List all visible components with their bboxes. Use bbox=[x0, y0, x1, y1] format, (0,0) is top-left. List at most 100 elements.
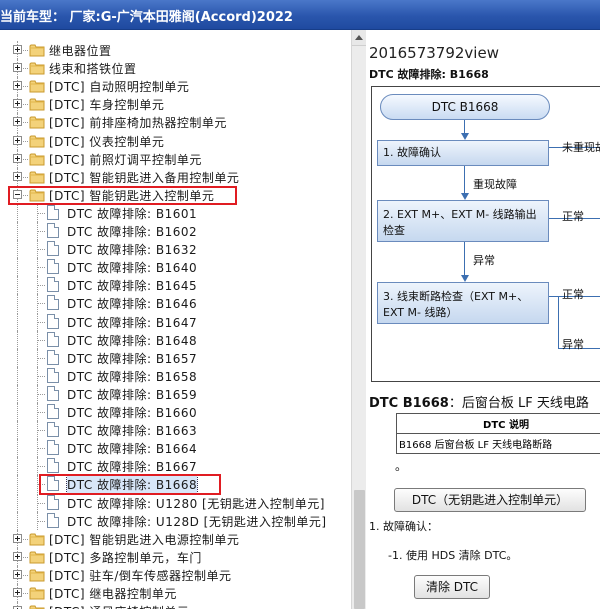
document-icon bbox=[47, 512, 59, 528]
tree-item-label: [DTC] 前照灯调平控制单元 bbox=[49, 152, 202, 167]
tree-item-label: [DTC] 前排座椅加热器控制单元 bbox=[49, 116, 227, 131]
tree-doc-item[interactable]: DTC 故障排除: B1667 bbox=[0, 457, 351, 476]
flow-label-normal-2: 正常 bbox=[562, 210, 584, 223]
tree-folder-item[interactable]: [DTC] 继电器控制单元 bbox=[0, 584, 351, 602]
dtc-unit-button[interactable]: DTC（无钥匙进入控制单元） bbox=[394, 488, 586, 512]
tree-item-label: 线束和搭铁位置 bbox=[49, 62, 137, 77]
step-confirm-text: 1. 故障确认： bbox=[369, 520, 438, 533]
tree-doc-item[interactable]: DTC 故障排除: B1602 bbox=[0, 222, 351, 240]
flow-label-abnormal-3: 异常 bbox=[562, 338, 584, 351]
tree-folder-item[interactable]: [DTC] 前照灯调平控制单元 bbox=[0, 149, 351, 168]
tree-doc-item[interactable]: DTC 故障排除: B1664 bbox=[0, 439, 351, 458]
tree-doc-item[interactable]: DTC 故障排除: U1280 [无钥匙进入控制单元] bbox=[0, 493, 351, 512]
section-description: ：后窗台板 LF 天线电路 bbox=[448, 396, 589, 411]
tree-item-label: DTC 故障排除: B1660 bbox=[67, 406, 198, 420]
tree-folder-item[interactable]: 线束和搭铁位置 bbox=[0, 59, 351, 78]
flow-connector bbox=[464, 120, 465, 134]
tree-line bbox=[37, 393, 45, 395]
tree-line bbox=[23, 593, 28, 594]
tree-line bbox=[17, 403, 18, 421]
tree-doc-item[interactable]: DTC 故障排除: B1647 bbox=[0, 312, 351, 331]
tree-folder-item[interactable]: 继电器位置 bbox=[0, 41, 351, 59]
tree-item-label: DTC 故障排除: B1602 bbox=[67, 225, 198, 239]
tree-folder-item[interactable]: [DTC] 前排座椅加热器控制单元 bbox=[0, 113, 351, 132]
tree-doc-item[interactable]: DTC 故障排除: B1632 bbox=[0, 240, 351, 259]
end-dot: 。 bbox=[395, 459, 408, 473]
tree-line bbox=[37, 520, 45, 522]
tree-folder-item[interactable]: [DTC] 驻车/倒车传感器控制单元 bbox=[0, 565, 351, 584]
document-icon bbox=[47, 223, 59, 238]
tree-folder-item[interactable]: [DTC] 自动照明控制单元 bbox=[0, 77, 351, 96]
flow-arrow bbox=[461, 275, 469, 282]
expand-plus-icon[interactable] bbox=[13, 569, 22, 579]
tree-folder-item[interactable]: [DTC] 智能钥匙进入电源控制单元 bbox=[0, 529, 351, 548]
tree-doc-item[interactable]: DTC 故障排除: B1640 bbox=[0, 258, 351, 277]
tree-item-label: [DTC] 通风座椅控制单元 bbox=[49, 603, 189, 609]
tree-doc-item[interactable]: DTC 故障排除: B1657 bbox=[0, 348, 351, 367]
document-icon bbox=[47, 331, 59, 347]
table-header: DTC 说明 bbox=[396, 413, 600, 434]
tree-doc-item[interactable]: DTC 故障排除: B1660 bbox=[0, 403, 351, 421]
document-id: 2016573792view bbox=[369, 44, 499, 62]
flow-step-3: 3. 线束断路检查（EXT M+、EXT M- 线路） bbox=[377, 282, 549, 324]
tree-line bbox=[17, 222, 18, 240]
tree-doc-item[interactable]: DTC 故障排除: B1658 bbox=[0, 366, 351, 385]
navigation-tree[interactable]: 继电器位置线束和搭铁位置 [DTC] 自动照明控制单元 [DTC] 车身控制单元 [D… bbox=[0, 30, 351, 609]
tree-folder-item[interactable]: [DTC] 通风座椅控制单元 bbox=[0, 602, 351, 609]
tree-folder-item[interactable]: [DTC] 智能钥匙进入备用控制单元 bbox=[0, 167, 351, 186]
tree-doc-item[interactable]: DTC 故障排除: B1668 bbox=[0, 475, 351, 495]
tree-item-label: [DTC] 多路控制单元，车门 bbox=[49, 550, 202, 565]
tree-folder-item[interactable]: [DTC] 多路控制单元，车门 bbox=[0, 547, 351, 566]
tree-doc-item[interactable]: DTC 故障排除: B1645 bbox=[0, 276, 351, 295]
expand-plus-icon[interactable] bbox=[13, 135, 22, 145]
expand-plus-icon[interactable] bbox=[13, 81, 22, 91]
folder-icon bbox=[29, 115, 45, 129]
section-title: DTC B1668：后窗台板 LF 天线电路 bbox=[369, 392, 589, 411]
clear-dtc-button[interactable]: 清除 DTC bbox=[414, 575, 490, 599]
collapse-minus-icon[interactable] bbox=[13, 189, 22, 199]
expand-plus-icon[interactable] bbox=[13, 45, 22, 54]
expand-plus-icon[interactable] bbox=[13, 533, 22, 543]
tree-folder-item[interactable]: [DTC] 仪表控制单元 bbox=[0, 131, 351, 150]
expand-plus-icon[interactable] bbox=[13, 99, 22, 109]
tree-item-label: DTC 故障排除: B1658 bbox=[67, 369, 198, 384]
expand-plus-icon[interactable] bbox=[13, 551, 22, 561]
tree-doc-item[interactable]: DTC 故障排除: B1648 bbox=[0, 330, 351, 349]
tree-line bbox=[17, 348, 18, 367]
tree-scrollbar[interactable] bbox=[351, 30, 367, 609]
tree-doc-item[interactable]: DTC 故障排除: U128D [无钥匙进入控制单元] bbox=[0, 511, 351, 530]
folder-icon bbox=[29, 188, 45, 202]
expand-plus-icon[interactable] bbox=[13, 171, 22, 181]
document-icon bbox=[47, 295, 59, 311]
tree-line bbox=[37, 285, 45, 287]
expand-plus-icon[interactable] bbox=[13, 153, 22, 163]
tree-line bbox=[37, 357, 45, 359]
tree-line bbox=[17, 511, 18, 530]
folder-icon bbox=[29, 604, 45, 609]
tree-line bbox=[23, 538, 28, 540]
tree-doc-item[interactable]: DTC 故障排除: B1659 bbox=[0, 384, 351, 403]
tree-line bbox=[23, 86, 28, 88]
tree-doc-item[interactable]: DTC 故障排除: B1663 bbox=[0, 421, 351, 440]
tree-doc-item[interactable]: DTC 故障排除: B1646 bbox=[0, 294, 351, 313]
tree-item-label: DTC 故障排除: B1659 bbox=[67, 387, 198, 402]
folder-icon bbox=[29, 61, 45, 75]
expand-plus-icon[interactable] bbox=[13, 117, 22, 127]
tree-line bbox=[17, 312, 18, 331]
dtc-description-table: DTC 说明 B1668 后窗台板 LF 天线电路断路 bbox=[396, 413, 600, 454]
tree-line bbox=[23, 158, 28, 160]
expand-plus-icon[interactable] bbox=[13, 588, 22, 597]
tree-folder-item[interactable]: [DTC] 智能钥匙进入控制单元 bbox=[0, 185, 351, 204]
scroll-thumb[interactable] bbox=[354, 490, 365, 609]
expand-plus-icon[interactable] bbox=[13, 63, 22, 73]
tree-item-label: DTC 故障排除: B1645 bbox=[67, 279, 198, 294]
document-view: 2016573792view DTC 故障排除: B1668 DTC B1668… bbox=[366, 30, 600, 609]
tree-folder-item[interactable]: [DTC] 车身控制单元 bbox=[0, 95, 351, 114]
tree-item-label: [DTC] 仪表控制单元 bbox=[49, 134, 165, 149]
scroll-up-arrow-icon[interactable] bbox=[352, 30, 367, 46]
document-icon bbox=[47, 313, 59, 329]
tree-item-label: [DTC] 继电器控制单元 bbox=[49, 587, 177, 601]
tree-doc-item[interactable]: DTC 故障排除: B1601 bbox=[0, 203, 351, 222]
tree-line bbox=[37, 448, 45, 450]
tree-line bbox=[23, 50, 28, 51]
